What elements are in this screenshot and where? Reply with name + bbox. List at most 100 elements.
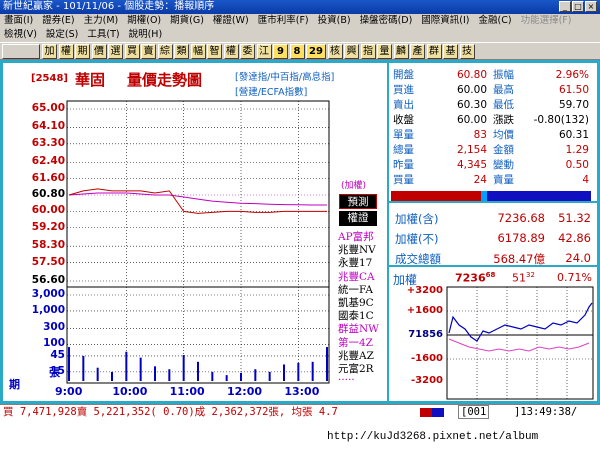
quote-value: 24 [473, 174, 487, 186]
quote-label: 均價 [493, 129, 514, 141]
toolbar-button-23[interactable]: 群 [426, 44, 442, 59]
quote-value: 59.70 [558, 99, 589, 111]
quote-panel: 開盤 60.80 振幅 2.96% 買進 60.00 最高 61.50 賣出 60.30 最低 59.… [387, 63, 597, 401]
status-bar: 買 7,471,928賣 5,221,352( 0.70)成 2,362,372… [0, 404, 600, 420]
window-title: 新世紀贏家 - 101/11/06 - 個股走勢：播報順序 [3, 1, 215, 12]
menu-item-8[interactable]: 操盤密碼(D) [360, 15, 413, 26]
quote-value: -0.80(132) [533, 114, 589, 126]
toolbar-button-7[interactable]: 綜 [157, 44, 173, 59]
price-tick: 57.50 [31, 255, 65, 268]
toolbar-button-10[interactable]: 智 [207, 44, 222, 59]
index-stats: 加權(含) 7236.68 51.32 加權(不) 6178.89 42.86 成交總額 56… [389, 201, 597, 266]
volume-tick: 100 [43, 337, 65, 350]
mini-index-chart: 加權 723668 5132 0.71% +3200 +1600 71856 -160… [389, 265, 597, 401]
index-stat-label: 加權(含) [395, 212, 439, 226]
minimize-button[interactable]: _ [559, 1, 571, 12]
quote-label: 變動 [493, 159, 514, 171]
quote-label: 最高 [493, 84, 514, 96]
toolbar-button-5[interactable]: 買 [124, 44, 140, 59]
volume-tick: 45 [50, 348, 65, 361]
price-tick: 60.00 [31, 204, 65, 217]
close-button[interactable]: × [585, 1, 597, 12]
menu-item-4[interactable]: 期貨(G) [170, 15, 204, 26]
index-stat-label: 加權(不) [395, 232, 439, 246]
menu-item-secondary-1[interactable]: 設定(S) [46, 29, 78, 40]
menu-item-1[interactable]: 證券(E) [42, 15, 74, 26]
quote-value: 60.31 [558, 129, 589, 141]
toolbar-button-14[interactable]: 9 [273, 44, 288, 59]
index-sub-line [448, 338, 590, 352]
toolbar-button-0[interactable]: 加 [42, 44, 57, 59]
menu-item-10[interactable]: 金融(C) [479, 15, 512, 26]
menu-item-0[interactable]: 畫面(I) [4, 15, 33, 26]
price-tick: 63.30 [31, 136, 65, 149]
quote-value: 60.00 [456, 84, 487, 96]
toolbar-button-1[interactable]: 權 [58, 44, 74, 59]
price-tick: 56.60 [31, 274, 65, 286]
toolbar-button-8[interactable]: 類 [174, 44, 189, 59]
toolbar-button-24[interactable]: 基 [443, 44, 458, 59]
menu-bar: 畫面(I) 證券(E) 主力(M) 期權(O) 期貨(G) 權證(W) 匯市利率(F) 投資(… [0, 14, 600, 42]
broker-item[interactable]: ····· [338, 374, 355, 386]
menu-item-11[interactable]: 功能選擇(F) [521, 15, 572, 26]
toolbar-button-16[interactable]: 29 [306, 44, 326, 59]
toolbar-button-4[interactable]: 選 [108, 44, 123, 59]
quote-row: 開盤 60.80 振幅 2.96% [389, 68, 599, 82]
toolbar-button-6[interactable]: 賣 [141, 44, 156, 59]
toolbar-button-25[interactable]: 技 [459, 44, 475, 59]
quote-label: 昨量 [393, 159, 414, 171]
quote-row: 單量 83 均價 60.31 [389, 128, 599, 142]
menu-item-secondary-2[interactable]: 工具(T) [87, 29, 119, 40]
toolbar-button-11[interactable]: 權 [223, 44, 239, 59]
mini-chart-svg [446, 286, 594, 400]
warrant-button[interactable]: 權證 [339, 211, 377, 226]
menu-item-secondary-0[interactable]: 檢視(V) [4, 29, 37, 40]
forecast-button[interactable]: 預測 [339, 194, 377, 209]
menu-item-6[interactable]: 匯市利率(F) [258, 15, 309, 26]
quote-label: 漲跌 [493, 114, 514, 126]
price-tick: 60.80 [31, 188, 65, 200]
toolbar-button-17[interactable]: 核 [327, 44, 343, 59]
price-tick: 64.10 [31, 120, 65, 133]
volume-bars [68, 347, 328, 381]
quote-label: 賣量 [493, 174, 514, 186]
bid-ask-bar [391, 191, 591, 201]
index-stat-change: 42.86 [558, 231, 591, 245]
quote-row: 買進 60.00 最高 61.50 [389, 83, 599, 97]
volume-tick: 3,000 [31, 288, 65, 300]
menu-item-2[interactable]: 主力(M) [84, 15, 119, 26]
toolbar-button-13[interactable]: 江 [256, 44, 272, 59]
quote-label: 開盤 [393, 69, 414, 81]
toolbar-button-9[interactable]: 幅 [190, 44, 206, 59]
toolbar-grip [2, 44, 40, 59]
toolbar-button-20[interactable]: 量 [377, 44, 392, 59]
toolbar-button-19[interactable]: 指 [360, 44, 376, 59]
menu-item-secondary-3[interactable]: 說明(H) [129, 29, 163, 40]
trade-summary: 買 7,471,928賣 5,221,352( 0.70)成 2,362,372… [3, 406, 338, 418]
quote-label: 最低 [493, 99, 514, 111]
time-tick: 10:00 [112, 385, 148, 398]
menu-item-5[interactable]: 權證(W) [213, 15, 249, 26]
quote-value: 60.30 [456, 99, 487, 111]
price-tick: 65.00 [31, 102, 65, 114]
volume-unit-label: 張 [49, 366, 60, 379]
toolbar-button-18[interactable]: 興 [344, 44, 359, 59]
quote-label: 總量 [393, 144, 414, 156]
toolbar-button-21[interactable]: 麟 [393, 44, 409, 59]
quote-value: 60.00 [456, 114, 487, 126]
quote-label: 單量 [393, 129, 414, 141]
time-tick: 9:00 [55, 385, 83, 398]
quote-value: 4 [582, 174, 589, 186]
menu-item-9[interactable]: 國際資訊(I) [421, 15, 469, 26]
toolbar-button-3[interactable]: 價 [91, 44, 107, 59]
code-input[interactable]: [001 [458, 405, 490, 419]
toolbar-button-12[interactable]: 委 [240, 44, 255, 59]
menu-item-3[interactable]: 期權(O) [127, 15, 161, 26]
toolbar-button-15[interactable]: 8 [289, 44, 305, 59]
toolbar-button-2[interactable]: 期 [75, 44, 90, 59]
toolbar: 加權期價選買賣綜類幅智權委江 9 8 29 核興指量麟產群基技 [0, 42, 600, 60]
menu-item-7[interactable]: 投資(B) [318, 15, 351, 26]
maximize-button[interactable]: □ [572, 1, 584, 12]
bid-ask-indicator [420, 408, 444, 417]
toolbar-button-22[interactable]: 產 [410, 44, 425, 59]
